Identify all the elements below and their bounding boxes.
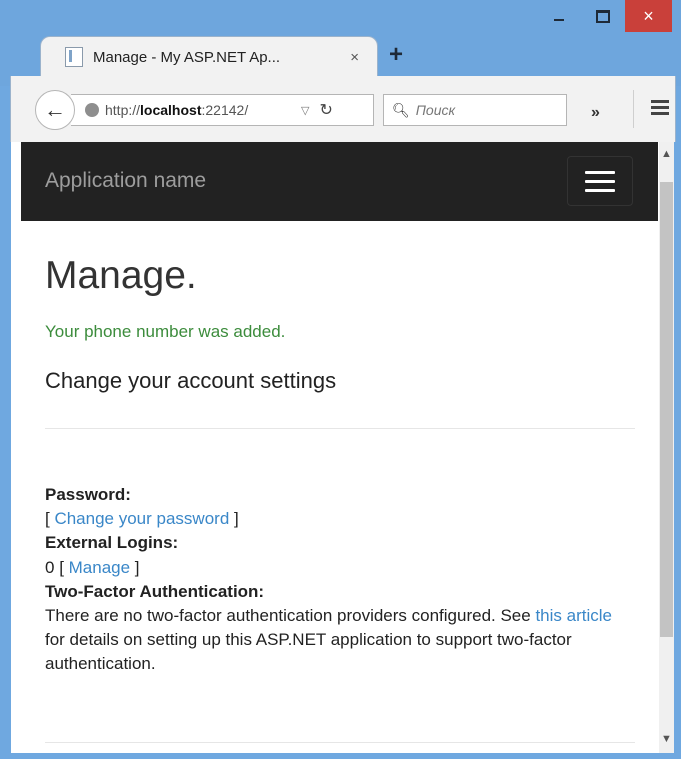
external-logins-label: External Logins:	[45, 533, 179, 553]
site-navbar: Application name	[21, 142, 658, 221]
browser-window: × Manage - My ASP.NET Ap... × + http://l…	[0, 0, 681, 759]
manage-logins-link[interactable]: Manage	[69, 558, 130, 577]
brand-link[interactable]: Application name	[45, 169, 206, 193]
url-prefix: http://	[105, 102, 141, 118]
back-button[interactable]: ←	[35, 90, 75, 130]
overflow-chevron-icon[interactable]: »	[591, 104, 600, 122]
hamburger-menu-icon[interactable]	[651, 100, 669, 118]
page-icon	[65, 47, 83, 67]
settings-list: Password: [ Change your password ] Exter…	[45, 483, 635, 677]
reload-icon[interactable]: ↻	[319, 100, 332, 120]
title-bar: × Manage - My ASP.NET Ap... × +	[0, 0, 681, 86]
browser-tab[interactable]: Manage - My ASP.NET Ap... ×	[40, 36, 378, 77]
url-host: localhost	[140, 102, 202, 118]
password-value: [ Change your password ]	[45, 507, 635, 531]
tab-close-icon[interactable]: ×	[350, 49, 359, 66]
maximize-button[interactable]	[581, 0, 625, 32]
search-icon: 🔍︎	[392, 101, 410, 118]
two-factor-label: Two-Factor Authentication:	[45, 581, 265, 601]
bracket-close: ]	[229, 509, 239, 529]
this-article-link[interactable]: this article	[535, 606, 612, 625]
back-arrow-icon: ←	[44, 97, 66, 122]
minimize-icon	[554, 19, 564, 21]
change-password-link[interactable]: Change your password	[54, 509, 229, 528]
two-factor-description: There are no two-factor authentication p…	[45, 604, 635, 677]
external-logins-value: 0 [ Manage ]	[45, 556, 635, 580]
minimize-button[interactable]	[537, 0, 581, 32]
navbar-toggle-button[interactable]	[567, 156, 633, 206]
search-bar[interactable]: 🔍︎ Поиск	[383, 94, 567, 126]
vertical-scrollbar[interactable]: ▲ ▼	[659, 142, 674, 753]
search-placeholder: Поиск	[415, 102, 456, 118]
tab-title: Manage - My ASP.NET Ap...	[93, 48, 281, 66]
two-factor-text: There are no two-factor authentication p…	[45, 606, 536, 626]
close-icon: ×	[643, 5, 654, 26]
maximize-icon	[596, 9, 610, 23]
two-factor-text: for details on setting up this ASP.NET a…	[45, 630, 572, 674]
scroll-down-icon[interactable]: ▼	[659, 733, 674, 745]
bracket-close: ]	[130, 557, 140, 577]
scroll-up-icon[interactable]: ▲	[659, 148, 674, 160]
toggle-bar-icon	[585, 179, 615, 183]
history-dropdown-icon[interactable]: ▽	[301, 104, 309, 117]
toggle-bar-icon	[585, 170, 615, 174]
divider	[45, 742, 635, 743]
toolbar-divider	[633, 90, 634, 128]
password-label: Password:	[45, 485, 131, 504]
url-rest: :22142/	[201, 102, 249, 118]
bracket-open: [	[54, 557, 69, 577]
page-title: Manage.	[45, 254, 197, 297]
close-window-button[interactable]: ×	[625, 0, 672, 32]
address-bar[interactable]: http://localhost:22142/ ▽ ↻	[71, 94, 374, 126]
navigation-toolbar: http://localhost:22142/ ▽ ↻ ← 🔍︎ Поиск »	[10, 76, 676, 142]
url-text[interactable]: http://localhost:22142/	[105, 102, 293, 118]
page-viewport: Application name Manage. Your phone numb…	[11, 142, 674, 753]
scroll-thumb[interactable]	[660, 182, 673, 637]
section-heading: Change your account settings	[45, 368, 337, 393]
divider	[45, 428, 635, 429]
toggle-bar-icon	[585, 188, 615, 192]
status-message: Your phone number was added.	[45, 322, 286, 341]
new-tab-button[interactable]: +	[389, 41, 403, 69]
globe-icon	[85, 103, 99, 117]
